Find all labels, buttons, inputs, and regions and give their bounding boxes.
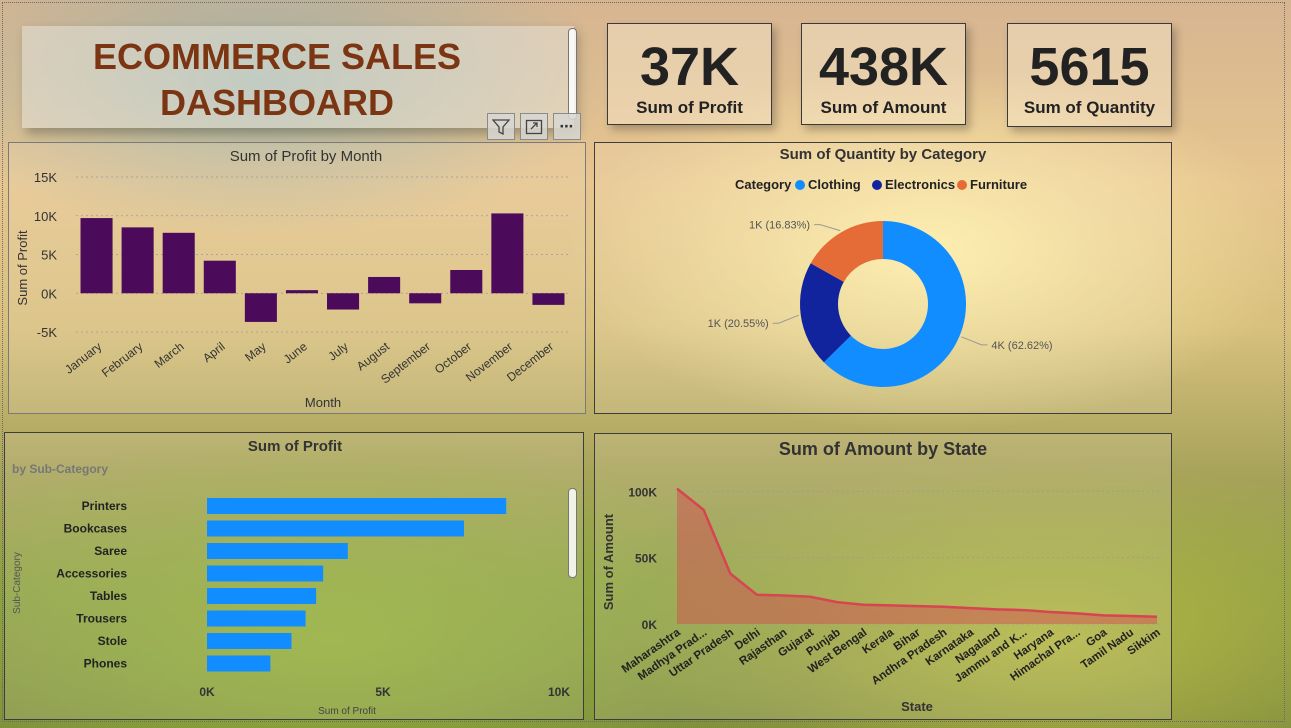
kpi-quantity-value: 5615 xyxy=(1029,37,1150,97)
kpi-quantity-label: Sum of Quantity xyxy=(1023,98,1156,117)
month-bar[interactable] xyxy=(450,270,483,294)
month-ytick: -5K xyxy=(37,325,58,340)
more-options-icon[interactable]: ⋯ xyxy=(553,113,581,140)
month-bar[interactable] xyxy=(327,293,360,310)
subcategory-ylabel: Sub-Category xyxy=(12,552,23,614)
month-xtick: February xyxy=(99,339,145,380)
subcategory-bar[interactable] xyxy=(207,588,317,604)
kpi-card-profit: 37K Sum of Profit xyxy=(607,23,772,125)
subcategory-label: Stole xyxy=(98,634,128,648)
donut-leader-line xyxy=(772,314,799,324)
subcategory-bar[interactable] xyxy=(207,565,324,582)
month-xtick: January xyxy=(62,339,104,376)
month-bar[interactable] xyxy=(409,293,442,304)
profit-by-subcategory-chart: Sum of Profit by Sub-Category Sub-Catego… xyxy=(12,438,570,717)
month-bar[interactable] xyxy=(80,218,113,294)
month-bar[interactable] xyxy=(285,290,318,294)
amount-by-state-chart: Sum of Amount by State Sum of Amount Sta… xyxy=(601,439,1163,714)
subcategory-bar[interactable] xyxy=(207,543,348,559)
subcategory-label: Tables xyxy=(90,589,127,603)
month-xtick: May xyxy=(242,339,268,364)
dashboard-title-line2: DASHBOARD xyxy=(160,82,394,123)
subcategory-bar[interactable] xyxy=(207,610,306,627)
subcategory-bar[interactable] xyxy=(207,498,507,514)
dashboard-title-line1: ECOMMERCE SALES xyxy=(92,36,462,77)
state-ytick: 100K xyxy=(628,485,657,499)
state-ytick: 0K xyxy=(642,618,658,632)
profit-by-month-panel[interactable]: Sum of Profit by Month Sum of Profit Mon… xyxy=(8,142,586,414)
subcategory-bar[interactable] xyxy=(207,655,271,672)
month-xtick: April xyxy=(200,339,228,365)
month-ytick: 15K xyxy=(34,170,57,185)
kpi-profit-value: 37K xyxy=(639,37,740,97)
state-xtick: Kerala xyxy=(860,626,896,656)
subcategory-label: Saree xyxy=(94,544,127,558)
quantity-category-title: Sum of Quantity by Category xyxy=(780,146,987,163)
subcategory-xtick: 10K xyxy=(548,685,570,699)
focus-mode-icon[interactable] xyxy=(520,113,548,140)
month-xtick: June xyxy=(281,339,310,366)
donut-leader-line xyxy=(961,336,988,346)
filter-icon[interactable] xyxy=(487,113,515,140)
subcategory-label: Accessories xyxy=(56,567,127,581)
amount-state-ylabel: Sum of Amount xyxy=(601,513,616,610)
quantity-by-category-chart: Sum of Quantity by Category Category Clo… xyxy=(708,146,1053,387)
visual-toolbar: ⋯ xyxy=(487,113,581,140)
subcategory-scrollbar[interactable] xyxy=(568,488,577,578)
kpi-card-amount: 438K Sum of Amount xyxy=(801,23,966,125)
subcategory-bar[interactable] xyxy=(207,520,464,537)
subcategory-label: Phones xyxy=(84,657,128,671)
title-scrollbar[interactable] xyxy=(568,28,577,120)
subcategory-xlabel: Sum of Profit xyxy=(318,706,376,717)
month-bar[interactable] xyxy=(203,260,236,294)
profit-month-ylabel: Sum of Profit xyxy=(15,230,30,306)
month-xtick: December xyxy=(504,339,556,384)
quantity-by-category-panel[interactable]: Sum of Quantity by Category Category Clo… xyxy=(594,142,1172,414)
subcategory-subtitle: by Sub-Category xyxy=(12,462,108,476)
month-bar[interactable] xyxy=(244,293,277,322)
amount-state-title: Sum of Amount by State xyxy=(779,439,987,459)
kpi-profit-label: Sum of Profit xyxy=(636,98,743,117)
kpi-amount-value: 438K xyxy=(818,37,949,97)
legend-marker xyxy=(957,180,967,190)
month-bar[interactable] xyxy=(162,232,195,294)
subcategory-label: Bookcases xyxy=(64,522,128,536)
subcategory-label: Printers xyxy=(82,499,128,513)
month-bar[interactable] xyxy=(491,213,524,294)
profit-month-xlabel: Month xyxy=(305,395,341,410)
donut-data-label: 4K (62.62%) xyxy=(991,340,1052,352)
legend-title: Category xyxy=(735,177,792,192)
month-bar[interactable] xyxy=(121,227,154,294)
subcategory-xtick: 0K xyxy=(199,685,215,699)
amount-by-state-panel[interactable]: Sum of Amount by State Sum of Amount Sta… xyxy=(594,433,1172,720)
donut-leader-line xyxy=(814,224,841,232)
kpi-card-quantity: 5615 Sum of Quantity xyxy=(1007,23,1172,127)
month-bar[interactable] xyxy=(532,293,565,305)
month-bar[interactable] xyxy=(368,276,401,294)
kpi-amount-label: Sum of Amount xyxy=(820,98,947,117)
subcategory-label: Trousers xyxy=(76,612,127,626)
legend-item[interactable]: Furniture xyxy=(970,177,1027,192)
state-area-fill xyxy=(677,488,1157,624)
subcategory-xtick: 5K xyxy=(375,685,391,699)
month-xtick: July xyxy=(325,339,350,363)
month-ytick: 10K xyxy=(34,209,57,224)
legend-item[interactable]: Electronics xyxy=(885,177,955,192)
profit-month-title: Sum of Profit by Month xyxy=(230,148,383,165)
profit-by-subcategory-panel[interactable]: Sum of Profit by Sub-Category Sub-Catego… xyxy=(4,432,584,720)
month-ytick: 0K xyxy=(41,286,57,301)
legend-marker xyxy=(795,180,805,190)
month-xtick: March xyxy=(152,339,187,371)
legend-item[interactable]: Clothing xyxy=(808,177,861,192)
subcategory-bar[interactable] xyxy=(207,633,292,649)
month-ytick: 5K xyxy=(41,248,57,263)
donut-data-label: 1K (16.83%) xyxy=(749,220,810,232)
profit-by-month-chart: Sum of Profit by Month Sum of Profit Mon… xyxy=(15,148,569,410)
state-ytick: 50K xyxy=(635,552,657,566)
amount-state-xlabel: State xyxy=(901,699,933,714)
subcategory-title: Sum of Profit xyxy=(248,438,342,455)
legend-marker xyxy=(872,180,882,190)
donut-data-label: 1K (20.55%) xyxy=(708,318,769,330)
